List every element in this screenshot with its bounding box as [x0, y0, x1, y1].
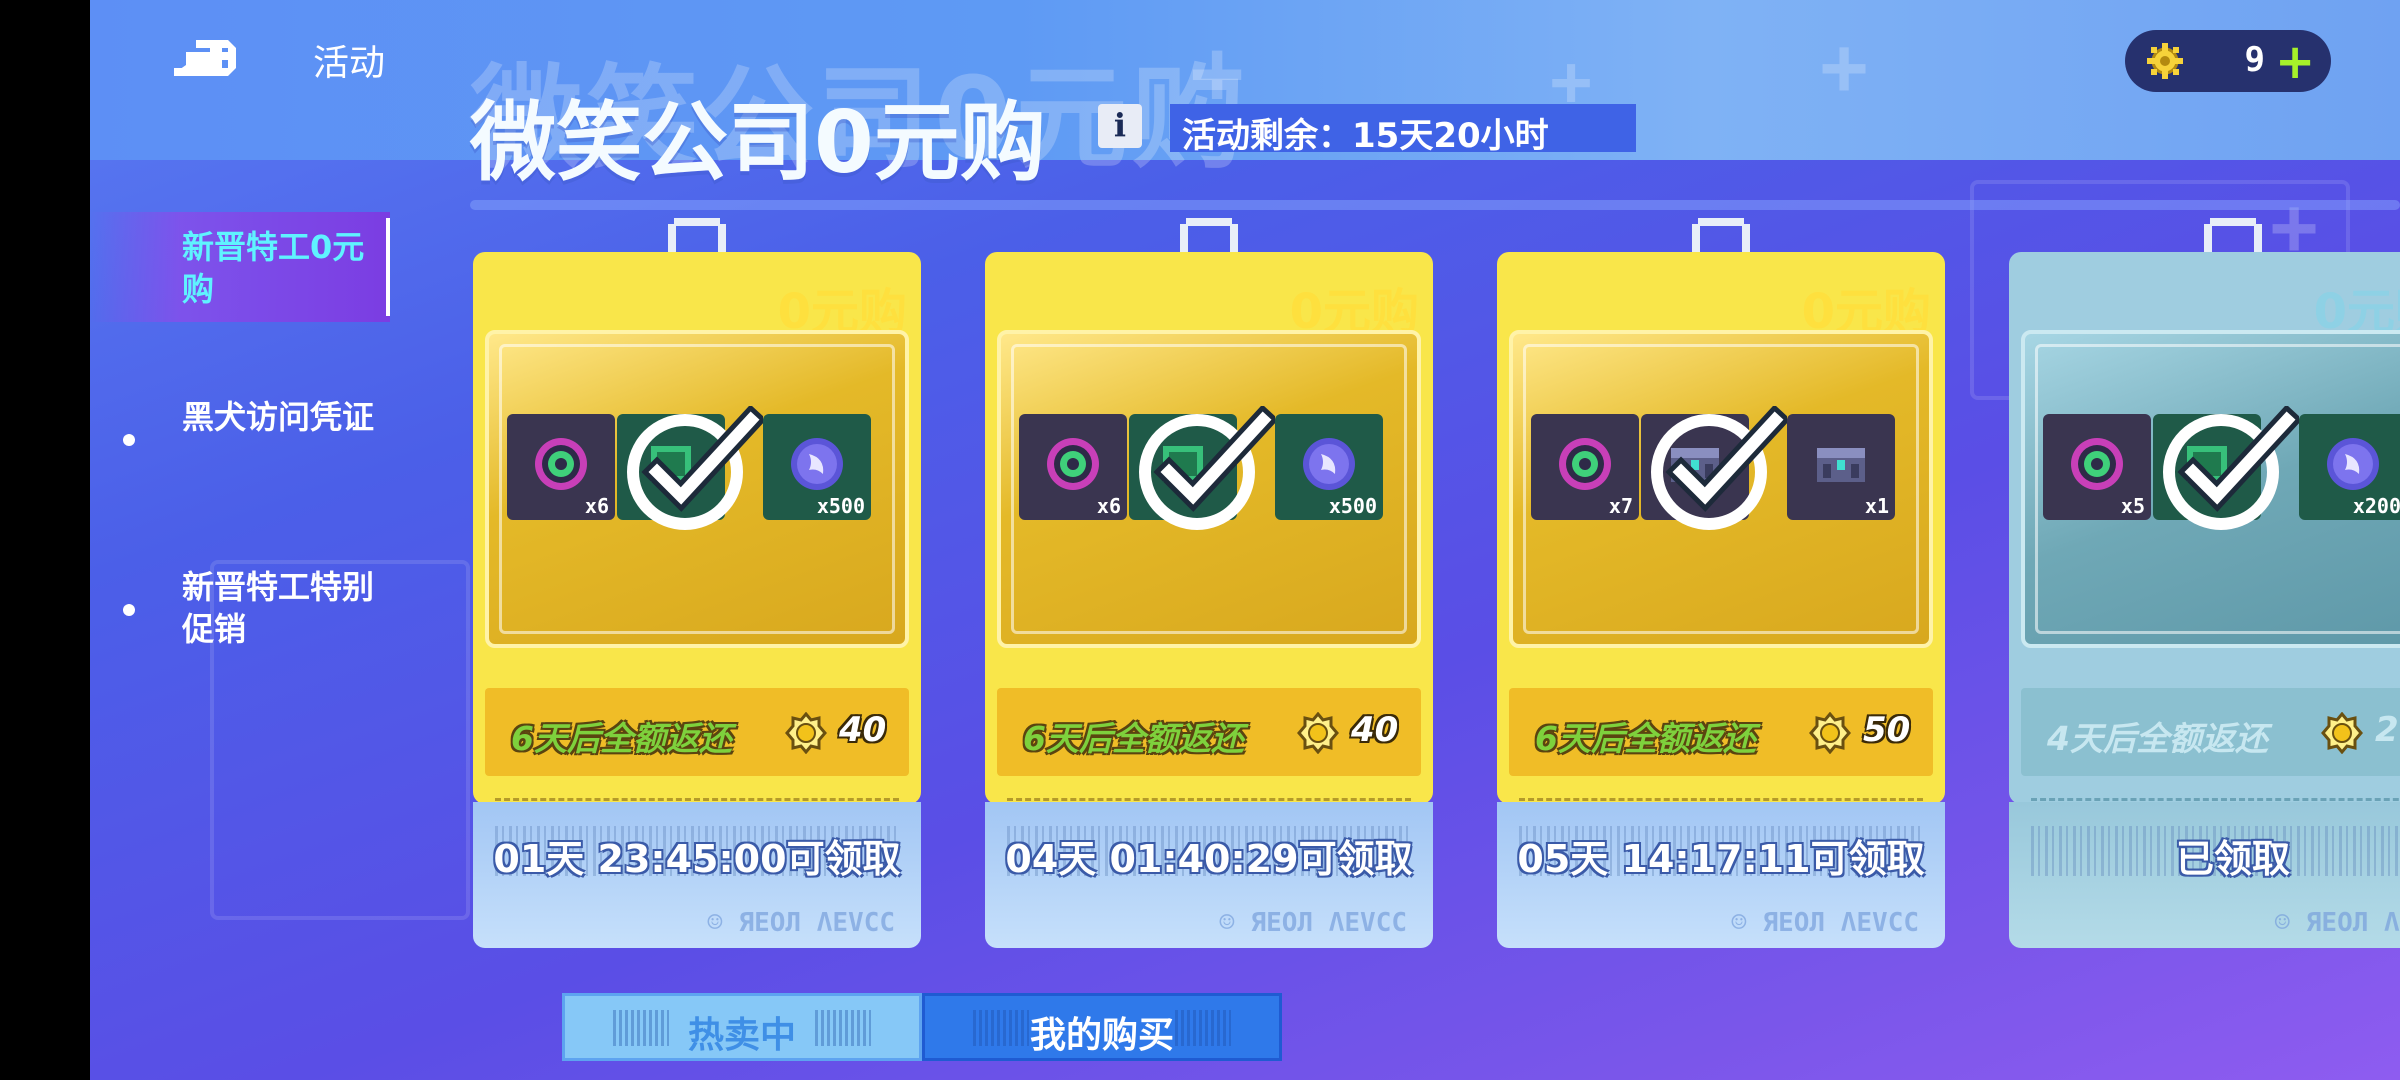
claim-status-text: 已领取	[2175, 837, 2290, 881]
refund-bar: 6天后全额返还 40	[997, 688, 1421, 776]
brand-logo-text: ☺ ЯЕОЛ ΛEVCC	[1731, 908, 1919, 938]
sidebar-item-new-agent-free[interactable]: 新晋特工0元购	[90, 212, 390, 322]
gear-coin-icon	[2321, 712, 2363, 754]
refund-bar: 6天后全额返还 50	[1509, 688, 1933, 776]
info-icon[interactable]: i	[1098, 104, 1142, 148]
gear-coin-icon	[2147, 43, 2183, 79]
tab-label: 我的购买	[1029, 1015, 1174, 1056]
brand-logo-text: ☺ ЯЕОЛ ΛEVCC	[707, 908, 895, 938]
reward-slot[interactable]: x200	[2299, 414, 2400, 520]
brand-logo-text: ☺ ЯЕОЛ ΛEV	[2274, 908, 2400, 938]
offer-card[interactable]: 0元购 x6 x500 6天后全额返还 40 04天 01:40:29可领取 ☺ ЯЕОЛ …	[985, 218, 1433, 948]
checkmark-icon	[627, 406, 763, 530]
refund-text: 6天后全额返还	[511, 719, 732, 758]
refund-amount: 2	[2375, 710, 2399, 750]
back-button[interactable]	[170, 28, 242, 84]
page-title: 微笑公司0元购	[470, 93, 1046, 193]
reward-quantity: x7	[1608, 494, 1633, 518]
checkmark-icon	[2163, 406, 2299, 530]
claim-status-text: 05天 14:17:11可领取	[1517, 837, 1925, 881]
back-arrow-icon	[174, 40, 236, 76]
reward-slot[interactable]: x1	[1787, 414, 1895, 520]
offer-card[interactable]: 0元购 x7 x1 6天后全额返还 50 05天 14:17:11可领取 ☺ ЯЕОЛ ΛE…	[1497, 218, 1945, 948]
reward-quantity: x5	[2120, 494, 2145, 518]
nav-title: 活动	[313, 43, 386, 84]
moon-coin-icon	[791, 438, 843, 490]
refund-text: 4天后全额返还	[2047, 719, 2268, 758]
offer-card[interactable]: 0元购 x6 x500 6天后全额返还 40 01天 23:45:00可领取 ☺ ЯЕОЛ …	[473, 218, 921, 948]
offer-card[interactable]: 0元购x5x2004天后全额返还2已领取☺ ЯЕОЛ ΛEV	[2009, 218, 2400, 948]
refund-amount: 40	[839, 710, 887, 750]
reward-quantity: x6	[584, 494, 609, 518]
refund-amount: 50	[1863, 710, 1911, 750]
sidebar-bullet	[123, 604, 135, 616]
reward-quantity: x500	[1328, 494, 1377, 518]
reward-slot[interactable]: x500	[763, 414, 871, 520]
refund-text: 6天后全额返还	[1535, 719, 1756, 758]
gear-coin-icon	[1809, 712, 1851, 754]
screen: + + + + 活动 微笑公司0元购 微笑公司0元购 i 活动剩余：15天20小…	[0, 0, 2400, 1080]
currency-counter[interactable]: 9 +	[2125, 30, 2331, 92]
reward-slot[interactable]: x500	[1275, 414, 1383, 520]
reward-quantity: x1	[1864, 494, 1889, 518]
target-disc-icon	[1559, 438, 1611, 490]
tab-my-purchases[interactable]: 我的购买	[922, 993, 1282, 1061]
brand-logo-text: ☺ ЯЕОЛ ΛEVCC	[1219, 908, 1407, 938]
sidebar-item-new-agent-promo[interactable]: 新晋特工特别促销	[90, 566, 390, 656]
tab-label: 热卖中	[687, 1015, 796, 1056]
checkmark-icon	[1651, 406, 1787, 530]
chest-icon	[1817, 448, 1865, 482]
perforation-line	[1007, 798, 1411, 801]
target-disc-icon	[2071, 438, 2123, 490]
reward-slot[interactable]: x6	[1019, 414, 1127, 520]
claim-status-text: 01天 23:45:00可领取	[493, 837, 901, 881]
reward-slot[interactable]: x7	[1531, 414, 1639, 520]
refund-text: 6天后全额返还	[1023, 719, 1244, 758]
sidebar-active-indicator	[386, 218, 390, 316]
gear-coin-icon	[1297, 712, 1339, 754]
target-disc-icon	[1047, 438, 1099, 490]
sidebar-item-label: 黑犬访问凭证	[182, 398, 375, 436]
reward-slot[interactable]: x5	[2043, 414, 2151, 520]
refund-bar: 6天后全额返还 40	[485, 688, 909, 776]
reward-quantity: x500	[816, 494, 865, 518]
claim-status-text: 04天 01:40:29可领取	[1005, 837, 1413, 881]
moon-coin-icon	[1303, 438, 1355, 490]
moon-coin-icon	[2327, 438, 2379, 490]
gear-coin-icon	[785, 712, 827, 754]
perforation-line	[495, 798, 899, 801]
info-glyph: i	[1113, 106, 1127, 144]
content-frame	[470, 200, 2400, 210]
sidebar-bullet	[123, 434, 135, 446]
sidebar-item-label: 新晋特工0元购	[182, 228, 365, 308]
reward-slot[interactable]: x6	[507, 414, 615, 520]
sidebar-item-black-dog-pass[interactable]: 黑犬访问凭证	[90, 396, 390, 486]
currency-value: 9	[2244, 40, 2265, 80]
perforation-line	[1519, 798, 1923, 801]
reward-quantity: x200	[2352, 494, 2400, 518]
deco-plus: +	[1820, 20, 1869, 113]
refund-amount: 40	[1351, 710, 1399, 750]
perforation-line	[2031, 798, 2400, 801]
target-disc-icon	[535, 438, 587, 490]
tab-hot-selling[interactable]: 热卖中	[562, 993, 922, 1061]
event-remaining-text: 活动剩余：15天20小时	[1182, 116, 1549, 156]
sidebar-item-label: 新晋特工特别促销	[182, 568, 375, 648]
game-viewport: + + + + 活动 微笑公司0元购 微笑公司0元购 i 活动剩余：15天20小…	[90, 0, 2400, 1080]
checkmark-icon	[1139, 406, 1275, 530]
currency-add-button[interactable]: +	[2275, 34, 2315, 90]
reward-quantity: x6	[1096, 494, 1121, 518]
refund-bar: 4天后全额返还 2	[2021, 688, 2400, 776]
event-remaining-badge: 活动剩余：15天20小时	[1170, 104, 1636, 156]
